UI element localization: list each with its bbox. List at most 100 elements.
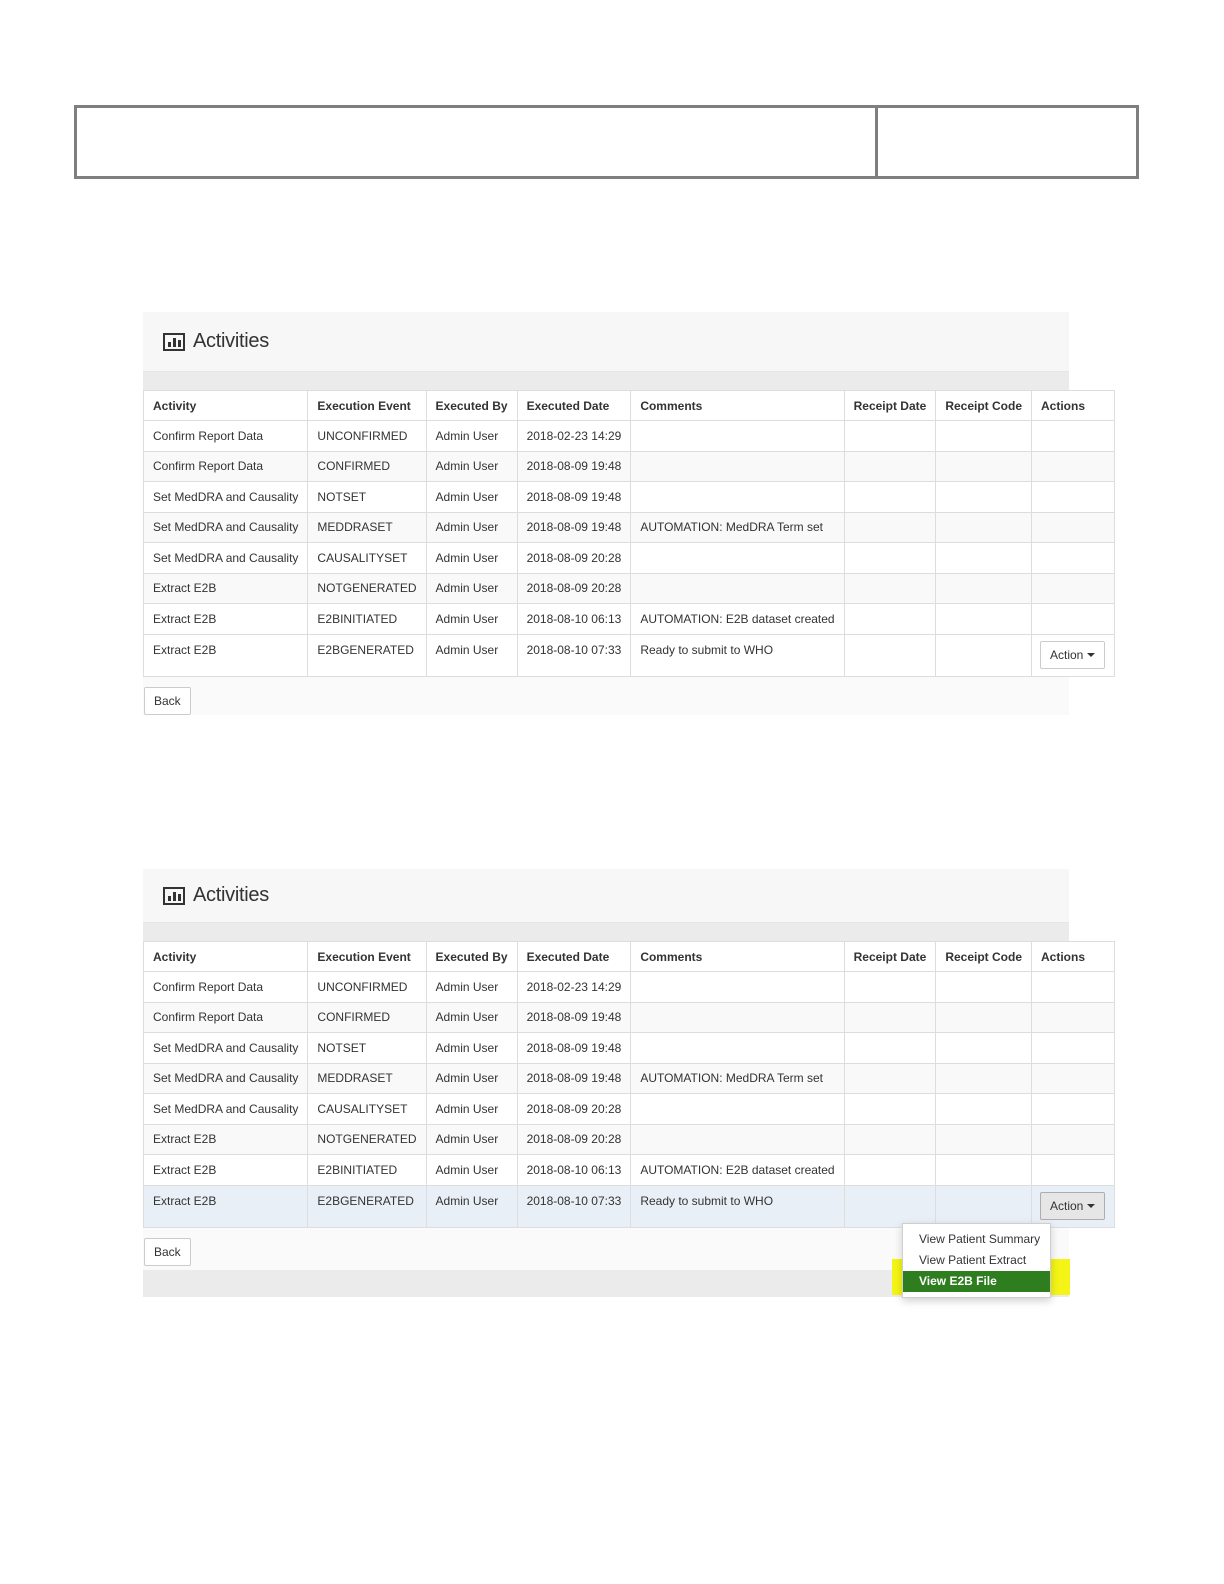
column-header-execution-event: Execution Event: [307, 390, 427, 421]
table-cell: [935, 633, 1032, 677]
panel-header: Activities: [143, 869, 1069, 923]
back-button[interactable]: Back: [144, 686, 191, 715]
table-cell: [935, 1123, 1032, 1155]
table-cell: [935, 511, 1032, 543]
panel-separator: [143, 923, 1069, 941]
table-cell: Admin User: [425, 481, 518, 513]
column-header-executed-by: Executed By: [425, 941, 518, 972]
caret-down-icon: [1087, 653, 1096, 658]
table-row: Set MedDRA and Causality CAUSALITYSET Admi…: [142, 542, 1116, 574]
table-cell: Admin User: [425, 572, 518, 604]
table-cell: [1030, 1093, 1116, 1125]
dropdown-item-view-patient-extract[interactable]: View Patient Extract: [903, 1250, 1050, 1271]
table-cell: Confirm Report Data: [142, 420, 309, 452]
table-cell: NOTGENERATED: [307, 572, 427, 604]
table-cell: 2018-08-10 06:13: [516, 603, 632, 635]
table-cell: Admin User: [425, 1184, 518, 1228]
table-cell: [843, 481, 937, 513]
column-header-activity: Activity: [142, 941, 309, 972]
table-cell: CAUSALITYSET: [307, 1093, 427, 1125]
panel-title: Activities: [193, 884, 269, 906]
table-cell: NOTGENERATED: [307, 1123, 427, 1155]
table-cell: Set MedDRA and Causality: [142, 1093, 309, 1125]
table-header-row: Activity Execution Event Executed By Execut…: [142, 390, 1116, 421]
header-cell-main: [77, 108, 878, 176]
table-row: Confirm Report Data CONFIRMED Admin User 20…: [142, 1001, 1116, 1033]
table-cell: [935, 1062, 1032, 1094]
column-header-execution-event: Execution Event: [307, 941, 427, 972]
table-cell: [630, 420, 845, 452]
table-cell: 2018-02-23 14:29: [516, 971, 632, 1003]
table-cell: Admin User: [425, 1032, 518, 1064]
action-button-label: Action: [1050, 647, 1084, 662]
table-cell: [630, 542, 845, 574]
table-cell: [843, 511, 937, 543]
table-cell: AUTOMATION: E2B dataset created: [630, 603, 845, 635]
table-cell: [935, 450, 1032, 482]
action-button[interactable]: Action: [1040, 1191, 1106, 1220]
table-cell: Action: [1030, 633, 1116, 677]
table-cell: 2018-08-09 20:28: [516, 572, 632, 604]
table-cell: [935, 603, 1032, 635]
table-cell: [843, 572, 937, 604]
activities-table: Activity Execution Event Executed By Execut…: [142, 390, 1116, 677]
table-cell: [843, 542, 937, 574]
table-cell: Admin User: [425, 633, 518, 677]
table-cell: 2018-08-09 19:48: [516, 1062, 632, 1094]
table-cell: [1030, 542, 1116, 574]
table-cell: Admin User: [425, 1062, 518, 1094]
column-header-activity: Activity: [142, 390, 309, 421]
table-cell: [843, 420, 937, 452]
action-button[interactable]: Action: [1040, 640, 1106, 669]
table-cell: Admin User: [425, 1093, 518, 1125]
column-header-receipt-date: Receipt Date: [843, 941, 937, 972]
activities-panel-1: Activities Activity Execution Event Execut…: [142, 312, 1116, 715]
table-cell: Extract E2B: [142, 603, 309, 635]
table-row: Set MedDRA and Causality NOTSET Admin User…: [142, 1032, 1116, 1064]
table-body: Confirm Report Data UNCONFIRMED Admin User…: [142, 420, 1116, 677]
table-cell: 2018-08-09 20:28: [516, 542, 632, 574]
panel-footer: Back: [143, 676, 1069, 715]
column-header-actions: Actions: [1030, 941, 1116, 972]
table-cell: 2018-08-10 07:33: [516, 633, 632, 677]
action-dropdown-menu: View Patient Summary View Patient Extract…: [902, 1223, 1051, 1298]
table-cell: [1030, 572, 1116, 604]
table-cell: [1030, 450, 1116, 482]
dropdown-item-view-e2b-file[interactable]: View E2B File: [903, 1271, 1050, 1292]
table-cell: [843, 603, 937, 635]
table-cell: [843, 1093, 937, 1125]
table-cell: [1030, 971, 1116, 1003]
table-cell: [843, 633, 937, 677]
table-cell: [935, 481, 1032, 513]
caret-down-icon: [1087, 1204, 1096, 1209]
table-cell: Confirm Report Data: [142, 1001, 309, 1033]
table-cell: Confirm Report Data: [142, 971, 309, 1003]
column-header-comments: Comments: [630, 941, 845, 972]
table-cell: Set MedDRA and Causality: [142, 511, 309, 543]
dropdown-item-view-patient-summary[interactable]: View Patient Summary: [903, 1229, 1050, 1250]
table-cell: [1030, 511, 1116, 543]
table-cell: [935, 971, 1032, 1003]
bar-chart-icon: [163, 886, 185, 905]
table-cell: UNCONFIRMED: [307, 420, 427, 452]
table-row: Confirm Report Data UNCONFIRMED Admin User…: [142, 420, 1116, 452]
back-button[interactable]: Back: [144, 1237, 191, 1266]
bar-chart-icon: [163, 332, 185, 351]
table-row: Extract E2B E2BINITIATED Admin User 2018-08…: [142, 1154, 1116, 1186]
table-cell: 2018-08-10 06:13: [516, 1154, 632, 1186]
table-cell: Admin User: [425, 603, 518, 635]
table-cell: CAUSALITYSET: [307, 542, 427, 574]
table-cell: [630, 1001, 845, 1033]
table-cell: Set MedDRA and Causality: [142, 1062, 309, 1094]
table-cell: Set MedDRA and Causality: [142, 1032, 309, 1064]
table-cell: AUTOMATION: E2B dataset created: [630, 1154, 845, 1186]
column-header-receipt-date: Receipt Date: [843, 390, 937, 421]
table-cell: E2BGENERATED: [307, 633, 427, 677]
table-cell: [935, 1184, 1032, 1228]
table-cell: [843, 450, 937, 482]
table-cell: [843, 1123, 937, 1155]
table-cell: [935, 542, 1032, 574]
table-cell: Extract E2B: [142, 1184, 309, 1228]
table-cell: [843, 1032, 937, 1064]
column-header-comments: Comments: [630, 390, 845, 421]
